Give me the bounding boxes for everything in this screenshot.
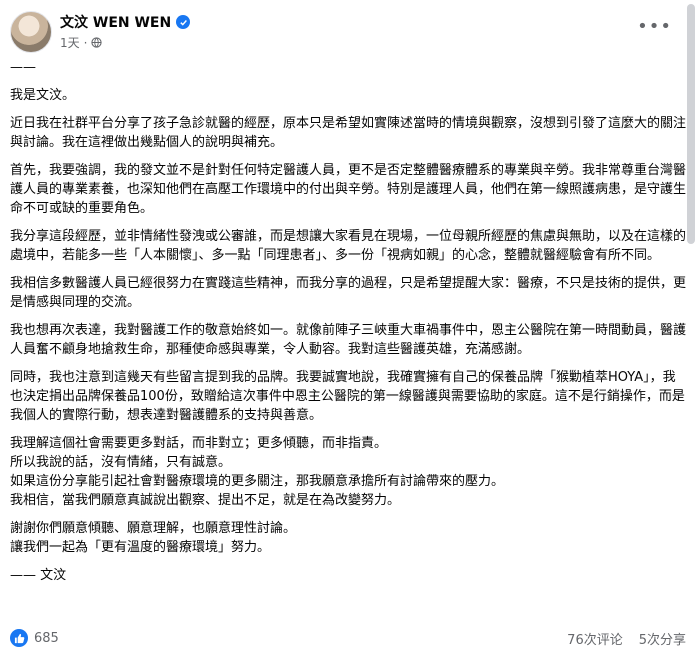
paragraph: 近日我在社群平台分享了孩子急診就醫的經歷，原本只是希望如實陳述當時的情境與觀察，… — [10, 116, 687, 150]
paragraph: —— — [10, 60, 36, 75]
avatar[interactable] — [10, 11, 52, 53]
post-header: 文汶 WEN WEN 1天 · ••• — [10, 8, 672, 54]
paragraph: 我理解這個社會需要更多對話，而非對立；更多傾聽，而非指責。 所以我說的話，沒有情… — [10, 436, 505, 508]
reactions[interactable]: 685 — [10, 629, 59, 647]
author-name[interactable]: 文汶 WEN WEN — [60, 12, 171, 32]
paragraph: 謝謝你們願意傾聽、願意理解，也願意理性討論。 讓我們一起為「更有溫度的醫療環境」… — [10, 521, 297, 555]
paragraph: 我分享這段經歷，並非情緒性發洩或公審誰，而是想讓大家看見在現場，一位母親所經歷的… — [10, 229, 687, 263]
globe-icon — [91, 37, 103, 48]
author-line: 文汶 WEN WEN — [60, 12, 191, 32]
share-count[interactable]: 5次分享 — [639, 629, 686, 648]
engagement-stats: 76次评论 5次分享 — [567, 629, 686, 648]
post-time[interactable]: 1天 — [60, 34, 80, 51]
post-footer: 685 76次评论 5次分享 — [10, 624, 686, 652]
paragraph: 首先，我要強調，我的發文並不是針對任何特定醫護人員，更不是否定整體醫療體系的專業… — [10, 163, 687, 216]
comment-count[interactable]: 76次评论 — [567, 629, 623, 648]
post-meta: 1天 · — [60, 34, 103, 51]
reaction-count: 685 — [34, 630, 59, 646]
paragraph: 同時，我也注意到這幾天有些留言提到我的品牌。我要誠實地說，我確實擁有自己的保養品… — [10, 370, 685, 423]
scrollbar[interactable] — [687, 4, 695, 244]
paragraph: 我是文汶。 — [10, 88, 76, 103]
paragraph: 我相信多數醫護人員已經很努力在實踐這些精神，而我分享的過程，只是希望提醒大家：醫… — [10, 276, 687, 310]
post-body: —— 我是文汶。 近日我在社群平台分享了孩子急診就醫的經歷，原本只是希望如實陳述… — [10, 58, 688, 594]
signature: —— 文汶 — [10, 568, 67, 583]
more-options-icon[interactable]: ••• — [637, 16, 672, 37]
paragraph: 我也想再次表達，我對醫護工作的敬意始終如一。就像前陣子三峽重大車禍事件中，恩主公… — [10, 323, 687, 357]
like-icon — [10, 629, 28, 647]
verified-badge-icon — [176, 15, 191, 29]
